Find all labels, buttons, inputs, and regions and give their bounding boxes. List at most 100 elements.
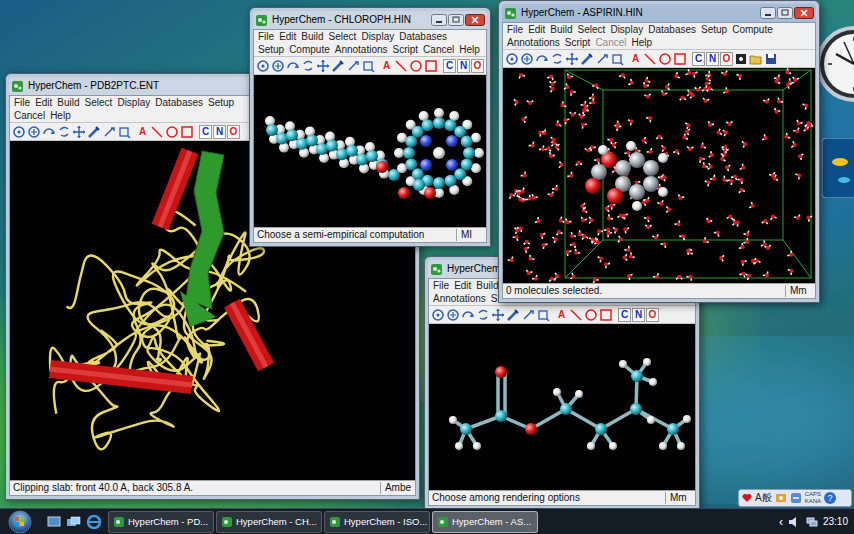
element-button[interactable]: C [199, 125, 212, 139]
rotate-out-icon[interactable] [535, 52, 549, 66]
open-folder-button[interactable] [749, 52, 763, 66]
desktop-icon[interactable] [46, 514, 62, 530]
menu-item[interactable]: S [491, 293, 498, 305]
text-tool-button[interactable]: A [380, 59, 393, 73]
render-button[interactable] [734, 52, 748, 66]
menu-item[interactable]: Build [301, 31, 323, 43]
menu-item[interactable]: Setup [208, 97, 234, 109]
select-button[interactable] [256, 59, 270, 73]
select-button[interactable] [12, 125, 26, 139]
browser-button[interactable] [86, 514, 102, 530]
windows-orb-icon[interactable] [7, 509, 33, 534]
volume-button[interactable] [787, 515, 801, 529]
zoom-icon[interactable] [446, 308, 460, 322]
ime-mode[interactable]: A般 [755, 492, 772, 504]
ellipse-tool-button[interactable] [165, 125, 179, 139]
tray-expand-button[interactable]: ‹ [779, 515, 783, 529]
element-button[interactable]: N [706, 52, 719, 66]
switch-windows-button[interactable] [66, 514, 82, 530]
rectangle-tool-button[interactable] [180, 125, 194, 139]
menu-item[interactable]: Setup [258, 44, 284, 56]
tools-icon[interactable] [790, 492, 802, 504]
menu-item[interactable]: Cancel [423, 44, 454, 56]
clock[interactable]: 23:10 [823, 516, 848, 528]
menu-item[interactable]: Databases [155, 97, 203, 109]
minimize-button[interactable] [760, 7, 776, 19]
ime-pad-button[interactable] [775, 492, 787, 504]
menu-item[interactable]: Help [632, 37, 653, 49]
menu-item[interactable]: File [14, 97, 30, 109]
rectangle-tool-icon[interactable] [424, 59, 438, 73]
close-icon[interactable] [794, 7, 814, 19]
minimize-icon[interactable] [431, 14, 447, 26]
z-translate-icon[interactable] [102, 125, 116, 139]
rotate-in-button[interactable] [476, 308, 490, 322]
line-tool-icon[interactable] [150, 125, 164, 139]
menu-item[interactable]: Help [459, 44, 480, 56]
line-tool-button[interactable] [569, 308, 583, 322]
minimize-button[interactable] [431, 14, 447, 26]
save-icon[interactable] [764, 52, 778, 66]
clip-button[interactable] [610, 52, 624, 66]
menu-item[interactable]: Select [85, 97, 113, 109]
task-label[interactable]: HyperChem - AS... [452, 516, 531, 528]
network-icon[interactable] [805, 515, 819, 529]
element-button[interactable]: C [618, 308, 631, 322]
menu-item[interactable]: Annotations [507, 37, 560, 49]
clip-button[interactable] [536, 308, 550, 322]
menu-item[interactable]: Setup [701, 24, 727, 36]
element-button[interactable]: C [692, 52, 705, 66]
clip-icon[interactable] [361, 59, 375, 73]
select-button[interactable] [505, 52, 519, 66]
element-button[interactable]: N [632, 308, 645, 322]
line-tool-icon[interactable] [394, 59, 408, 73]
maximize-icon[interactable] [777, 7, 793, 19]
text-tool-button[interactable]: A [136, 125, 149, 139]
show-desktop-button[interactable] [46, 514, 62, 530]
menu-item[interactable]: Script [393, 44, 419, 56]
zoom-button[interactable] [446, 308, 460, 322]
translate-button[interactable] [565, 52, 579, 66]
ellipse-tool-icon[interactable] [584, 308, 598, 322]
draw-icon[interactable] [331, 59, 345, 73]
title-bar[interactable]: HyperChem - CHLOROPH.HIN [253, 11, 487, 29]
text-tool-button[interactable]: A [555, 308, 568, 322]
canvas-drawing[interactable] [429, 324, 695, 490]
line-tool-button[interactable] [643, 52, 657, 66]
clock-icon[interactable] [814, 14, 854, 114]
menu-item[interactable]: Compute [732, 24, 773, 36]
line-tool-button[interactable] [150, 125, 164, 139]
element-button[interactable]: O [646, 308, 659, 322]
network-button[interactable] [805, 515, 819, 529]
tools-button[interactable] [790, 492, 802, 504]
line-tool-button[interactable] [394, 59, 408, 73]
zoom-button[interactable] [271, 59, 285, 73]
menu-item[interactable]: Edit [35, 97, 52, 109]
menu-item[interactable]: Edit [454, 280, 471, 292]
molecule-canvas[interactable] [429, 324, 695, 490]
menu-item[interactable]: Help [50, 110, 71, 122]
ellipse-tool-icon[interactable] [409, 59, 423, 73]
ellipse-tool-button[interactable] [658, 52, 672, 66]
draw-button[interactable] [87, 125, 101, 139]
open-folder-icon[interactable] [749, 52, 763, 66]
menu-item[interactable]: Display [117, 97, 150, 109]
minimize-icon[interactable] [760, 7, 776, 19]
canvas-drawing[interactable] [254, 75, 486, 227]
task-label[interactable]: HyperChem - CH... [236, 516, 317, 528]
rectangle-tool-button[interactable] [424, 59, 438, 73]
maximize-button[interactable] [777, 7, 793, 19]
draw-button[interactable] [331, 59, 345, 73]
ellipse-tool-icon[interactable] [165, 125, 179, 139]
menu-item[interactable]: Build [57, 97, 79, 109]
z-translate-button[interactable] [102, 125, 116, 139]
fish-gadget[interactable] [822, 138, 854, 198]
text-tool-button[interactable]: A [629, 52, 642, 66]
select-icon[interactable] [256, 59, 270, 73]
close-button[interactable] [794, 7, 814, 19]
draw-button[interactable] [506, 308, 520, 322]
menu-item[interactable]: File [433, 280, 449, 292]
menu-item[interactable]: Annotations [335, 44, 388, 56]
title-bar[interactable]: HyperChem - ASPIRIN.HIN [502, 4, 816, 22]
clip-icon[interactable] [117, 125, 131, 139]
